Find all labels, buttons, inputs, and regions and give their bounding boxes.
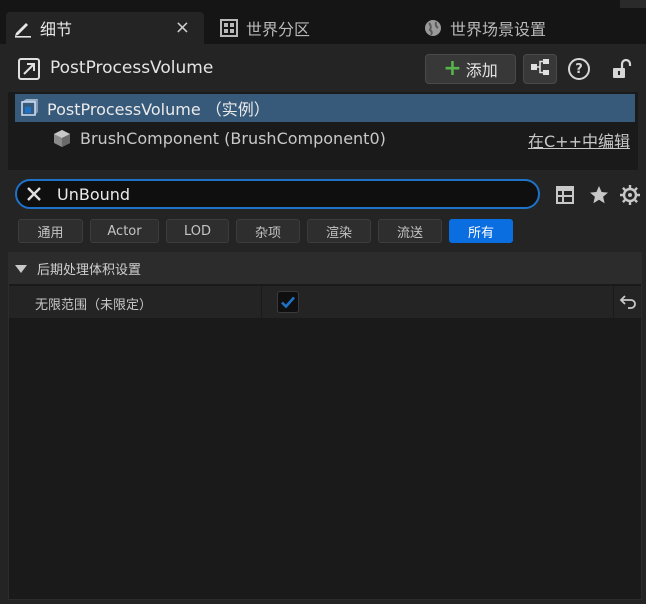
component-tree: PostProcessVolume （实例） BrushComponent (B… xyxy=(8,92,638,170)
property-row-unbound: 无限范围（未限定） xyxy=(9,286,641,318)
tree-item-brush-component[interactable]: BrushComponent (BrushComponent0) 在C++中编辑 xyxy=(52,124,632,152)
plus-icon: + xyxy=(443,56,462,81)
search-box xyxy=(15,179,540,209)
category-post-process-volume-settings[interactable]: 后期处理体积设置 xyxy=(9,253,641,285)
property-matrix-icon[interactable] xyxy=(554,184,576,206)
add-component-button[interactable]: + 添加 xyxy=(425,54,516,84)
details-panel: PostProcessVolume + 添加 ? PostProcessVolu… xyxy=(0,44,646,604)
actor-instance-icon xyxy=(19,98,39,118)
property-list: 后期处理体积设置 无限范围（未限定） xyxy=(8,252,642,600)
tab-world-settings[interactable]: 世界场景设置 xyxy=(416,12,546,44)
collapse-arrow-icon[interactable] xyxy=(15,264,27,273)
tab-bar-edge xyxy=(620,0,646,8)
filter-actor[interactable]: Actor xyxy=(90,219,159,243)
details-header: PostProcessVolume + 添加 ? xyxy=(0,44,646,92)
help-icon[interactable]: ? xyxy=(568,58,590,80)
tree-item-root[interactable]: PostProcessVolume （实例） xyxy=(15,94,635,122)
cube-icon xyxy=(52,128,72,148)
column-divider[interactable] xyxy=(261,286,262,318)
category-label: 后期处理体积设置 xyxy=(37,263,142,278)
tab-world-partition-label: 世界分区 xyxy=(246,20,311,39)
blueprint-button[interactable] xyxy=(523,54,557,84)
edit-in-cpp-link[interactable]: 在C++中编辑 xyxy=(528,128,630,152)
actor-title: PostProcessVolume xyxy=(50,58,214,78)
blueprint-icon xyxy=(529,58,551,80)
tab-world-settings-label: 世界场景设置 xyxy=(450,20,547,39)
actor-icon xyxy=(18,58,40,80)
gear-icon[interactable] xyxy=(619,184,641,206)
pencil-icon xyxy=(12,17,34,39)
column-divider-right xyxy=(613,286,614,318)
tree-item-brush-component-label: BrushComponent (BrushComponent0) xyxy=(80,128,386,148)
tab-details-label: 细节 xyxy=(40,20,73,39)
filter-all[interactable]: 所有 xyxy=(449,219,513,243)
add-component-label: 添加 xyxy=(465,61,498,80)
filter-general[interactable]: 通用 xyxy=(18,219,83,243)
tree-item-root-label: PostProcessVolume （实例） xyxy=(47,100,270,119)
clear-search-icon[interactable] xyxy=(23,183,45,205)
grid-icon xyxy=(218,17,240,39)
filter-misc[interactable]: 杂项 xyxy=(236,219,300,243)
tab-details[interactable]: 细节 × xyxy=(6,12,204,44)
star-icon[interactable] xyxy=(588,184,610,206)
reset-to-default-icon[interactable] xyxy=(619,293,637,311)
filter-rendering[interactable]: 渲染 xyxy=(307,219,371,243)
property-name: 无限范围（未限定） xyxy=(35,298,153,313)
tab-bar: 细节 × 世界分区 世界场景设置 xyxy=(0,0,646,44)
filter-lod[interactable]: LOD xyxy=(166,219,229,243)
globe-icon xyxy=(422,17,444,39)
close-icon[interactable]: × xyxy=(175,17,190,38)
unlock-icon[interactable] xyxy=(610,58,632,80)
search-input[interactable] xyxy=(57,184,497,204)
filter-streaming[interactable]: 流送 xyxy=(378,219,442,243)
unbound-checkbox[interactable] xyxy=(277,291,299,313)
checkmark-icon xyxy=(281,296,295,309)
tab-world-partition[interactable]: 世界分区 xyxy=(212,12,310,44)
